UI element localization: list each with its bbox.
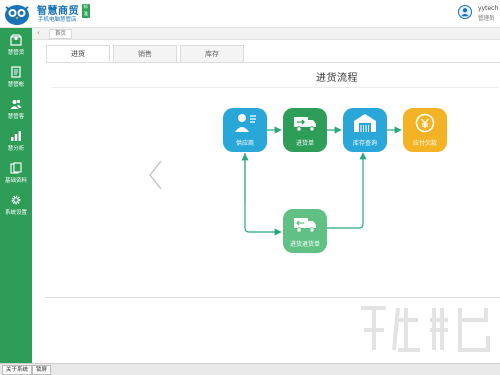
supplier-icon [235,114,256,132]
return-truck-icon [294,218,316,233]
brand-subtitle: 手机电脑慧管店 [38,17,77,23]
docs-icon [10,162,22,174]
flow-panel: 进货流程 供应商 进货单 库存查询 应付欠款 进货退货单 [46,62,500,298]
truck-icon [294,117,316,132]
app-header: 智慧商贸 手机电脑慧管店 标准版 yytech 管理员 [0,0,500,28]
sidebar-item-settings[interactable]: 系统设置 [0,191,32,219]
flow-node-inventory-query[interactable]: 库存查询 [343,108,387,152]
gear-icon [11,195,21,205]
flow-node-label: 供应商 [235,140,254,147]
sidebar: 慧管货 慧管帐 慧管客 慧分析 基础资料 系统设置 [0,28,32,363]
sidebar-item-basics[interactable]: 基础资料 [0,159,32,187]
ledger-icon [11,66,21,78]
brand-badge: 标准版 [82,4,90,24]
status-bar: 关于系统 锁屏 [0,363,500,375]
user-role: 管理员 [478,16,495,22]
flow-node-purchase-order[interactable]: 进货单 [283,108,327,152]
tab-home[interactable]: 首页 [49,29,73,39]
flow-node-payables[interactable]: 应付欠款 [403,108,447,152]
tab-sales[interactable]: 销售 [113,45,177,62]
tab-purchase[interactable]: 进货 [46,45,110,63]
back-button[interactable]: ‹ [37,29,40,37]
flow-node-label: 库存查询 [352,140,377,147]
warehouse-icon [354,114,376,132]
flow-node-purchase-return[interactable]: 进货退货单 [283,209,327,253]
sidebar-item-label: 慧分析 [7,146,25,152]
sidebar-item-label: 基础资料 [4,178,27,184]
flow-node-supplier[interactable]: 供应商 [223,108,267,152]
customers-icon [10,99,22,109]
lock-screen-button[interactable]: 锁屏 [32,365,52,375]
user-avatar-icon[interactable] [458,5,472,19]
chart-icon [11,131,21,141]
sidebar-item-goods[interactable]: 慧管货 [0,31,32,59]
sidebar-item-customers[interactable]: 慧管客 [0,95,32,123]
tab-inventory[interactable]: 库存 [180,45,244,62]
owl-logo-icon[interactable] [4,2,30,26]
user-name[interactable]: yytech [478,5,498,12]
flow-connectors [241,126,402,236]
breadcrumb: ‹ 首页 [32,28,500,40]
watermark-logo [361,306,490,352]
flow-node-label: 应付欠款 [412,140,437,147]
about-system-button[interactable]: 关于系统 [2,365,33,375]
sidebar-item-label: 慧管货 [7,50,25,56]
sidebar-item-analysis[interactable]: 慧分析 [0,127,32,155]
sidebar-item-label: 慧管帐 [7,82,25,88]
sidebar-item-ledger[interactable]: 慧管帐 [0,63,32,91]
flow-node-label: 进货单 [295,140,314,147]
goods-icon [10,34,22,46]
payment-icon [415,113,435,133]
sidebar-item-label: 系统设置 [4,210,27,216]
sidebar-item-label: 慧管客 [7,114,25,120]
flow-node-label: 进货退货单 [289,241,320,248]
